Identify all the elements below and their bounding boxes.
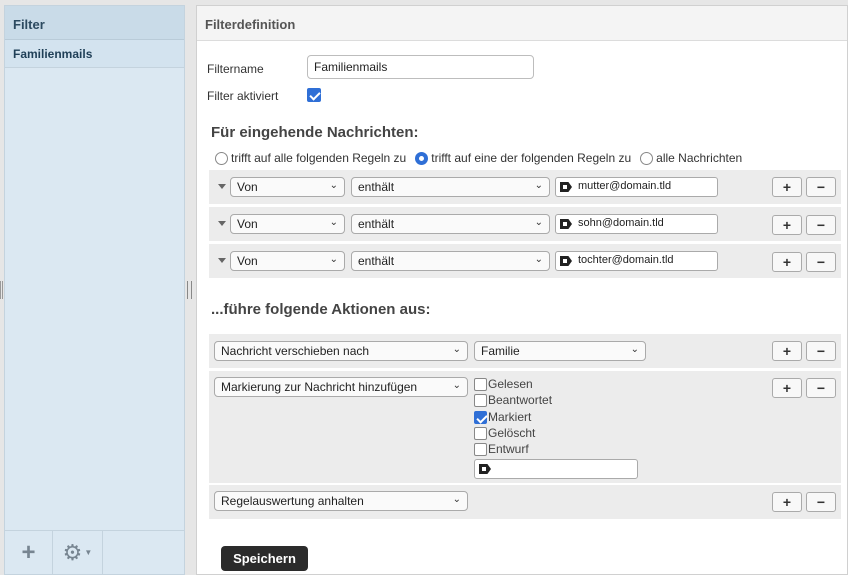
custom-flag-input[interactable] — [474, 459, 638, 479]
rule-value-input[interactable]: tochter@domain.tld — [555, 251, 718, 271]
tag-icon — [560, 219, 572, 229]
flag-checkbox[interactable] — [474, 410, 487, 424]
flag-entwurf[interactable]: Entwurf — [474, 442, 529, 456]
add-rule-button[interactable]: + — [772, 215, 802, 235]
flag-beantwortet[interactable]: Beantwortet — [474, 393, 552, 407]
expand-triangle-icon[interactable] — [218, 184, 226, 189]
add-action-button[interactable]: + — [772, 378, 802, 398]
rule-row: Von ⌄ enthält ⌄ sohn@domain.tld + − — [209, 207, 841, 241]
filter-enabled-label: Filter aktiviert — [207, 89, 279, 103]
match-all-label[interactable]: trifft auf alle folgenden Regeln zu — [231, 151, 406, 165]
flag-checkbox[interactable] — [474, 393, 487, 407]
tag-icon — [560, 256, 572, 266]
action-type-select[interactable]: Markierung zur Nachricht hinzufügen ⌄ — [214, 377, 468, 397]
add-action-button[interactable]: + — [772, 341, 802, 361]
action-type-select[interactable]: Nachricht verschieben nach ⌄ — [214, 341, 468, 361]
filtername-input[interactable]: Familienmails — [307, 55, 534, 79]
match-all-messages-radio[interactable] — [640, 151, 654, 165]
filter-enabled-checkbox[interactable] — [307, 88, 321, 102]
panel-title: Filterdefinition — [197, 6, 847, 41]
chevron-down-icon: ⌄ — [329, 180, 338, 191]
panel-splitter-handle[interactable] — [187, 281, 192, 299]
target-folder-select[interactable]: Familie ⌄ — [474, 341, 646, 361]
rule-field-select[interactable]: Von ⌄ — [230, 251, 345, 271]
match-any-radio[interactable] — [415, 151, 429, 165]
chevron-down-icon: ⌄ — [329, 254, 338, 265]
action-row: Markierung zur Nachricht hinzufügen ⌄ Gel… — [209, 371, 841, 483]
add-rule-button[interactable]: + — [772, 177, 802, 197]
match-all-radio[interactable] — [215, 151, 228, 165]
left-splitter-handle[interactable] — [0, 281, 3, 299]
rule-operator-select[interactable]: enthält ⌄ — [351, 251, 550, 271]
incoming-section-title: Für eingehende Nachrichten: — [211, 124, 419, 141]
add-rule-button[interactable]: + — [772, 252, 802, 272]
rule-value-input[interactable]: sohn@domain.tld — [555, 214, 718, 234]
sidebar-footer: + ⚙ ▼ — [5, 530, 184, 574]
filter-sidebar: Filter Familienmails + ⚙ ▼ — [4, 5, 185, 575]
action-row: Regelauswertung anhalten ⌄ + − — [209, 485, 841, 519]
sidebar-item-familienmails[interactable]: Familienmails — [5, 40, 184, 68]
action-type-select[interactable]: Regelauswertung anhalten ⌄ — [214, 491, 468, 511]
chevron-down-icon: ⌄ — [534, 180, 543, 191]
settings-menu-button[interactable]: ⚙ ▼ — [53, 531, 103, 574]
chevron-down-icon: ⌄ — [452, 344, 461, 355]
remove-rule-button[interactable]: − — [806, 177, 836, 197]
match-all-messages-label[interactable]: alle Nachrichten — [656, 151, 742, 165]
expand-triangle-icon[interactable] — [218, 258, 226, 263]
remove-action-button[interactable]: − — [806, 341, 836, 361]
chevron-down-icon: ⌄ — [452, 380, 461, 391]
remove-rule-button[interactable]: − — [806, 215, 836, 235]
flag-checkbox[interactable] — [474, 426, 487, 440]
remove-rule-button[interactable]: − — [806, 252, 836, 272]
remove-action-button[interactable]: − — [806, 492, 836, 512]
chevron-down-icon: ⌄ — [534, 217, 543, 228]
rule-operator-select[interactable]: enthält ⌄ — [351, 214, 550, 234]
caret-down-icon: ▼ — [84, 548, 93, 557]
filtername-label: Filtername — [207, 62, 264, 76]
sidebar-title: Filter — [5, 6, 184, 40]
actions-section-title: ...führe folgende Aktionen aus: — [211, 301, 431, 318]
action-row: Nachricht verschieben nach ⌄ Familie ⌄ + − — [209, 334, 841, 368]
match-mode-group: trifft auf alle folgenden Regeln zu trif… — [215, 151, 751, 165]
rule-operator-select[interactable]: enthält ⌄ — [351, 177, 550, 197]
chevron-down-icon: ⌄ — [452, 494, 461, 505]
flag-geloescht[interactable]: Gelöscht — [474, 426, 535, 440]
chevron-down-icon: ⌄ — [534, 254, 543, 265]
flag-checkbox[interactable] — [474, 442, 487, 456]
rule-value-input[interactable]: mutter@domain.tld — [555, 177, 718, 197]
flag-markiert[interactable]: Markiert — [474, 410, 531, 424]
flag-gelesen[interactable]: Gelesen — [474, 377, 533, 391]
flag-checkbox[interactable] — [474, 377, 487, 391]
chevron-down-icon: ⌄ — [329, 217, 338, 228]
plus-icon: + — [21, 538, 36, 566]
add-filter-button[interactable]: + — [5, 531, 53, 574]
gear-icon: ⚙ — [62, 539, 83, 565]
rule-field-select[interactable]: Von ⌄ — [230, 214, 345, 234]
save-button[interactable]: Speichern — [221, 546, 308, 571]
rule-row: Von ⌄ enthält ⌄ tochter@domain.tld + − — [209, 244, 841, 278]
filter-definition-panel: Filterdefinition Filtername Familienmail… — [196, 5, 848, 575]
rule-row: Von ⌄ enthält ⌄ mutter@domain.tld + − — [209, 170, 841, 204]
tag-icon — [560, 182, 572, 192]
add-action-button[interactable]: + — [772, 492, 802, 512]
remove-action-button[interactable]: − — [806, 378, 836, 398]
tag-icon — [479, 464, 491, 474]
rule-field-select[interactable]: Von ⌄ — [230, 177, 345, 197]
expand-triangle-icon[interactable] — [218, 221, 226, 226]
match-any-label[interactable]: trifft auf eine der folgenden Regeln zu — [431, 151, 631, 165]
chevron-down-icon: ⌄ — [630, 344, 639, 355]
